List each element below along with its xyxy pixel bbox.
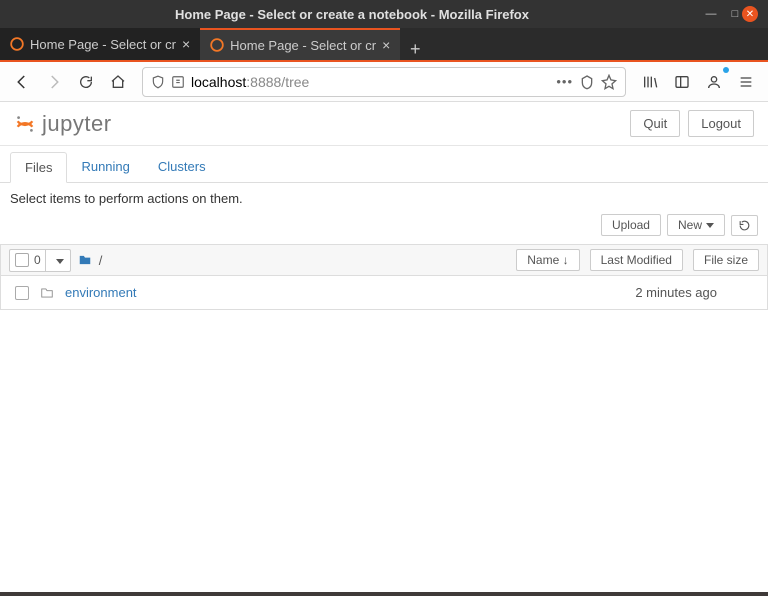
- reload-button[interactable]: [72, 68, 100, 96]
- close-icon[interactable]: ×: [382, 37, 390, 53]
- jupyter-favicon-icon: [210, 38, 224, 52]
- library-button[interactable]: [636, 68, 664, 96]
- reader-icon[interactable]: [579, 74, 595, 90]
- close-icon[interactable]: ×: [182, 36, 190, 52]
- menu-button[interactable]: [732, 68, 760, 96]
- new-button[interactable]: New: [667, 214, 725, 236]
- tab-files[interactable]: Files: [10, 152, 67, 183]
- browser-tabstrip: Home Page - Select or cr × Home Page - S…: [0, 28, 768, 62]
- browser-tab-0[interactable]: Home Page - Select or cr ×: [0, 28, 200, 60]
- forward-button[interactable]: [40, 68, 68, 96]
- info-icon[interactable]: [171, 75, 185, 89]
- selected-count: 0: [34, 253, 45, 267]
- col-last-modified[interactable]: Last Modified: [590, 249, 683, 271]
- table-row: environment 2 minutes ago: [0, 276, 768, 310]
- folder-icon[interactable]: [77, 253, 93, 267]
- file-last-modified: 2 minutes ago: [635, 285, 757, 300]
- row-checkbox[interactable]: [15, 286, 29, 300]
- jupyter-logo[interactable]: jupyter: [14, 111, 112, 137]
- window-title: Home Page - Select or create a notebook …: [10, 7, 694, 22]
- url-host: localhost: [191, 74, 246, 90]
- tab-running[interactable]: Running: [67, 152, 143, 182]
- browser-tab-1[interactable]: Home Page - Select or cr ×: [200, 28, 400, 60]
- folder-outline-icon: [39, 286, 55, 300]
- logout-button[interactable]: Logout: [688, 110, 754, 137]
- window-close-button[interactable]: ✕: [742, 6, 758, 22]
- jupyter-actions: Select items to perform actions on them.: [0, 183, 768, 214]
- tab-clusters[interactable]: Clusters: [144, 152, 220, 182]
- star-icon[interactable]: [601, 74, 617, 90]
- select-all-checkbox[interactable]: [15, 253, 29, 267]
- sidebar-button[interactable]: [668, 68, 696, 96]
- arrow-down-icon: ↓: [563, 253, 569, 267]
- back-button[interactable]: [8, 68, 36, 96]
- jupyter-tabs: Files Running Clusters: [0, 152, 768, 183]
- file-list-header: 0 / Name ↓ Last Modified File size: [0, 244, 768, 276]
- jupyter-brand-text: jupyter: [42, 111, 112, 137]
- account-button[interactable]: [700, 68, 728, 96]
- new-tab-button[interactable]: +: [400, 39, 430, 60]
- url-path: :8888/tree: [246, 74, 309, 90]
- chevron-down-icon: [706, 223, 714, 228]
- select-dropdown[interactable]: [45, 250, 70, 271]
- url-bar[interactable]: localhost:8888/tree •••: [142, 67, 626, 97]
- browser-tab-label: Home Page - Select or cr: [30, 37, 176, 52]
- jupyter-actions-right: Upload New: [0, 214, 768, 244]
- jupyter-header: jupyter Quit Logout: [0, 102, 768, 146]
- browser-tab-label: Home Page - Select or cr: [230, 38, 376, 53]
- file-link[interactable]: environment: [65, 285, 137, 300]
- new-button-label: New: [678, 218, 702, 232]
- select-all-group[interactable]: 0: [9, 249, 71, 272]
- jupyter-favicon-icon: [10, 37, 24, 51]
- home-button[interactable]: [104, 68, 132, 96]
- shield-icon[interactable]: [151, 75, 165, 89]
- window-titlebar: Home Page - Select or create a notebook …: [0, 0, 768, 28]
- url-text: localhost:8888/tree: [191, 74, 309, 90]
- refresh-button[interactable]: [731, 215, 758, 236]
- col-file-size[interactable]: File size: [693, 249, 759, 271]
- more-icon[interactable]: •••: [556, 74, 573, 89]
- selection-hint: Select items to perform actions on them.: [10, 191, 243, 206]
- col-name-label: Name: [527, 253, 559, 267]
- chevron-down-icon: [56, 259, 64, 264]
- window-bottom-edge: [0, 592, 768, 596]
- window-maximize-button[interactable]: □: [728, 7, 742, 21]
- upload-button[interactable]: Upload: [601, 214, 661, 236]
- breadcrumb-root[interactable]: /: [99, 253, 103, 268]
- jupyter-icon: [14, 113, 36, 135]
- window-minimize-button[interactable]: —: [704, 7, 718, 21]
- quit-button[interactable]: Quit: [630, 110, 680, 137]
- col-name[interactable]: Name ↓: [516, 249, 579, 271]
- browser-toolbar: localhost:8888/tree •••: [0, 62, 768, 102]
